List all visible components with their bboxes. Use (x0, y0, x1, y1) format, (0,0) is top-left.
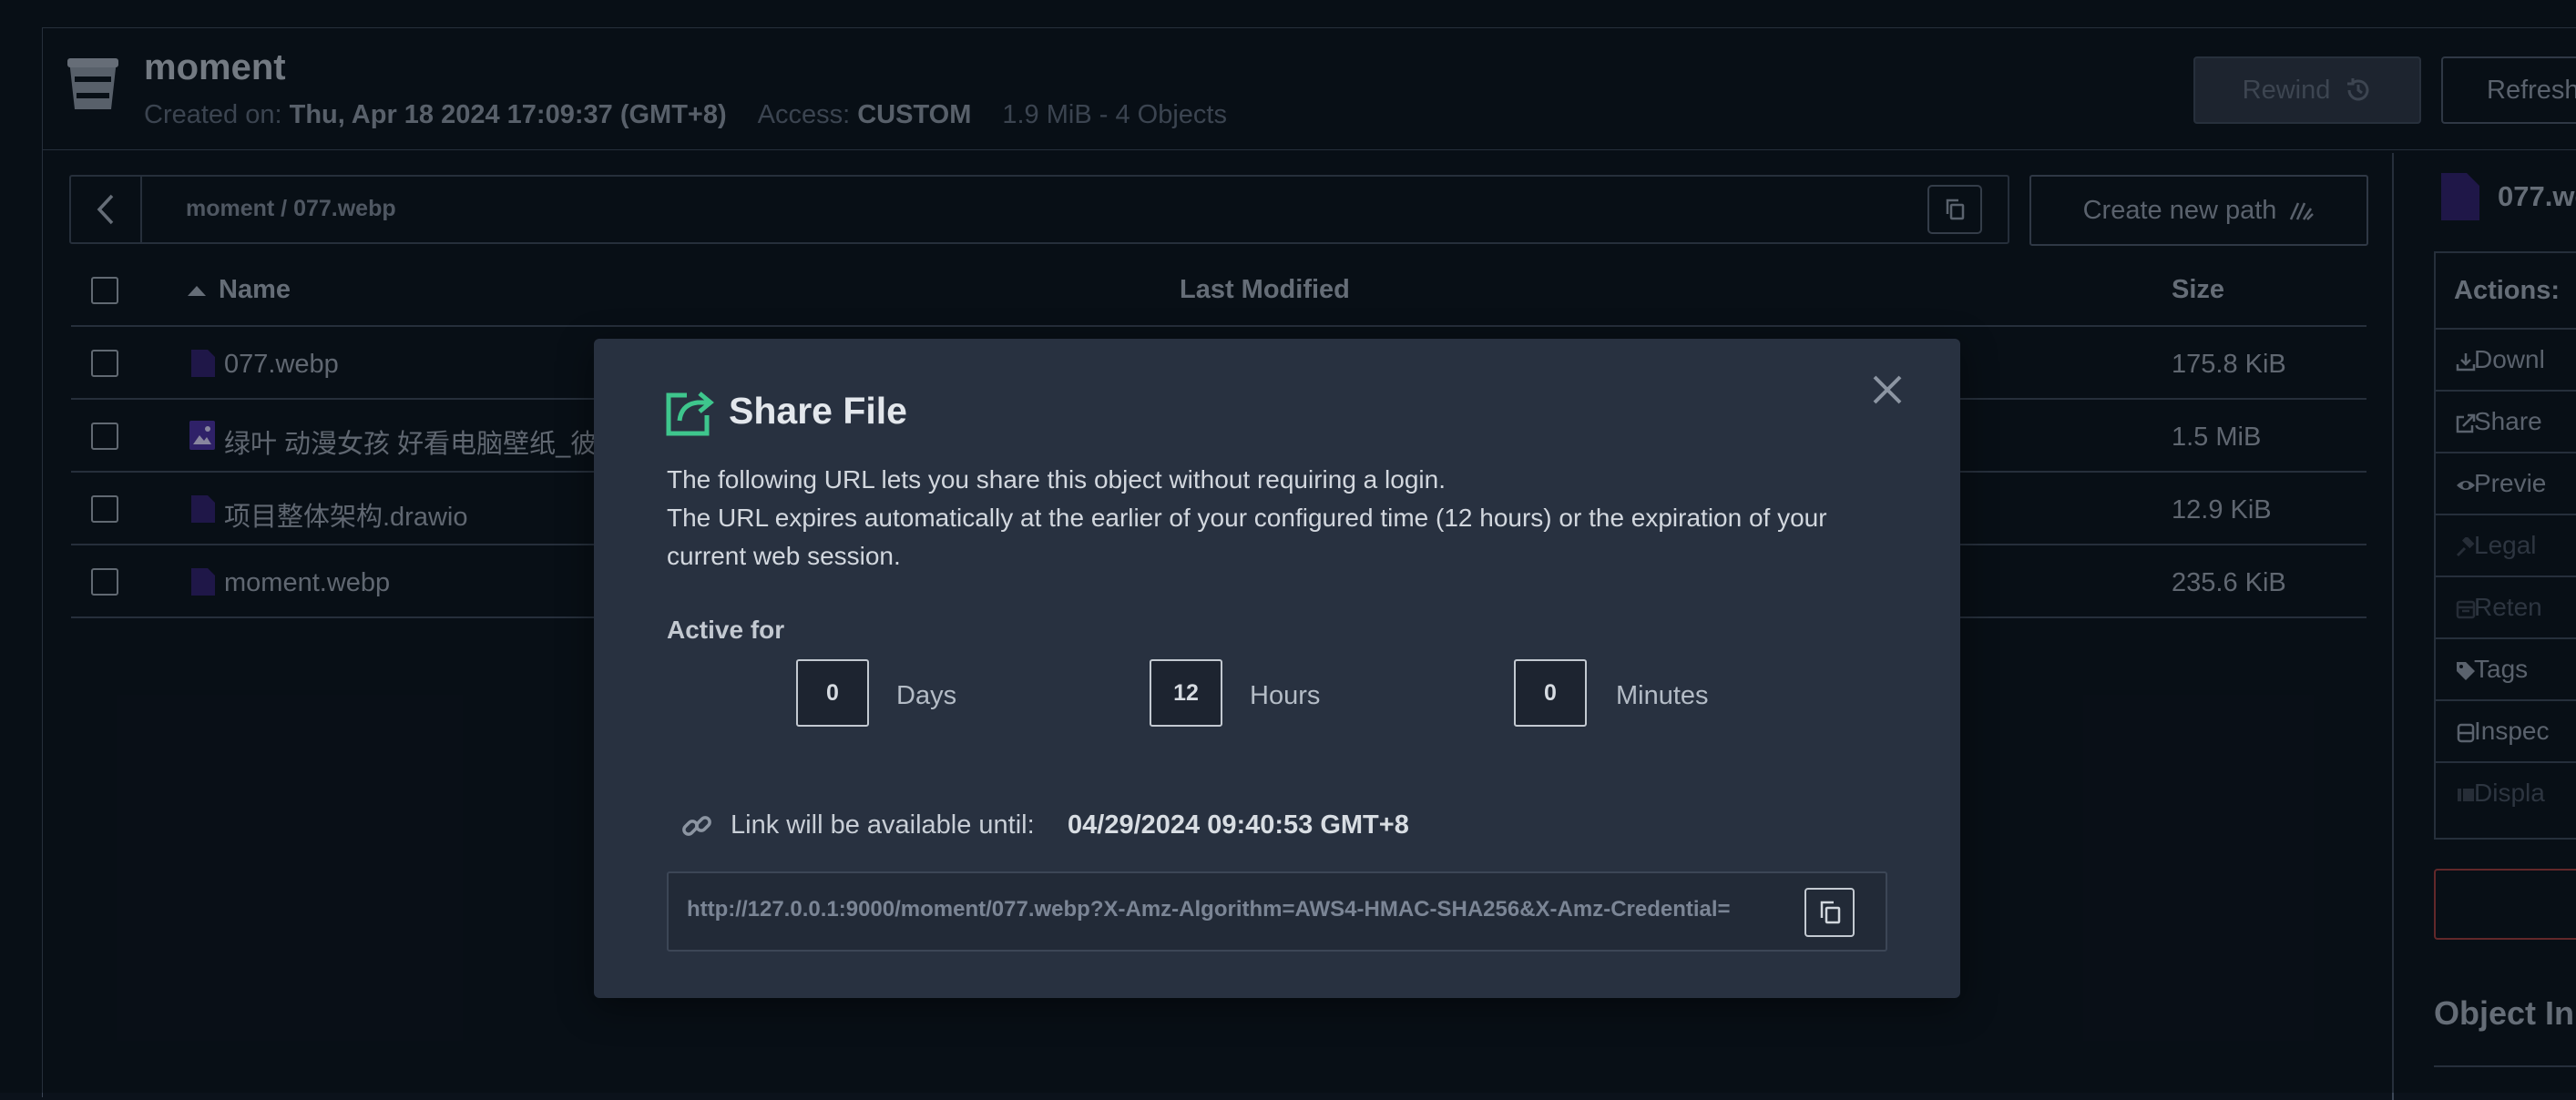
minutes-label: Minutes (1616, 681, 1709, 710)
available-until-value: 04/29/2024 09:40:53 GMT+8 (1068, 810, 1409, 840)
link-icon (681, 810, 712, 841)
modal-description: The following URL lets you share this ob… (667, 461, 1887, 575)
modal-title: Share File (729, 390, 907, 432)
description-line-2: The URL expires automatically at the ear… (667, 504, 1827, 570)
hours-label: Hours (1250, 681, 1321, 710)
close-icon[interactable] (1869, 372, 1906, 408)
days-label: Days (896, 681, 957, 710)
active-for-label: Active for (667, 616, 785, 644)
minutes-input[interactable]: 0 (1514, 659, 1587, 727)
available-until-label: Link will be available until: (731, 810, 1035, 840)
share-url-text[interactable]: http://127.0.0.1:9000/moment/077.webp?X-… (687, 897, 1800, 922)
copy-url-button[interactable] (1804, 888, 1855, 937)
share-icon (665, 388, 714, 437)
days-input[interactable]: 0 (796, 659, 869, 727)
hours-input[interactable]: 12 (1150, 659, 1222, 727)
description-line-1: The following URL lets you share this ob… (667, 465, 1446, 494)
copy-icon (1820, 901, 1840, 924)
